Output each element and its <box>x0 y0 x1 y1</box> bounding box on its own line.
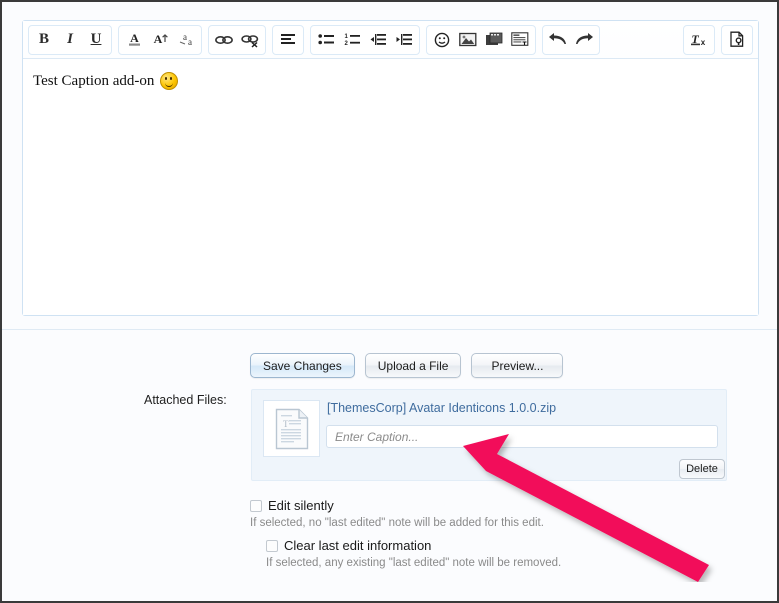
toolbar-group-insert <box>426 24 536 55</box>
unlink-icon[interactable] <box>237 28 263 52</box>
svg-text:a: a <box>183 32 187 42</box>
font-size-icon[interactable]: A <box>147 28 173 52</box>
underline-glyph: U <box>90 31 102 47</box>
image-icon[interactable] <box>455 28 481 52</box>
toolbar-group-text-style: B I U <box>28 24 112 55</box>
preview-button[interactable]: Preview... <box>471 353 564 378</box>
toolbar-group-alignment <box>272 24 304 55</box>
svg-text:T: T <box>283 419 289 429</box>
numbered-list-icon[interactable]: 1 2 <box>339 28 365 52</box>
save-changes-button[interactable]: Save Changes <box>250 353 355 378</box>
source-mode-icon[interactable] <box>724 28 750 52</box>
toolbar-group-link <box>208 24 266 55</box>
delete-attachment-button[interactable]: Delete <box>679 459 725 479</box>
edit-silently-label[interactable]: Edit silently <box>268 498 334 513</box>
italic-icon[interactable]: I <box>57 28 83 52</box>
redo-icon[interactable] <box>571 28 597 52</box>
text-color-icon[interactable]: A <box>121 28 147 52</box>
attachment-item: T [ThemesCorp] Avatar Identicons 1.0.0.z… <box>251 389 727 481</box>
underline-icon[interactable]: U <box>83 28 109 52</box>
indent-icon[interactable] <box>391 28 417 52</box>
attachment-file-name-link[interactable]: [ThemesCorp] Avatar Identicons 1.0.0.zip <box>327 401 556 415</box>
attachment-thumbnail[interactable]: T <box>263 400 320 457</box>
insert-link-icon[interactable] <box>211 28 237 52</box>
media-icon[interactable] <box>481 28 507 52</box>
document-file-icon: T <box>275 408 308 449</box>
svg-text:a: a <box>188 37 192 47</box>
svg-text:A: A <box>154 32 163 46</box>
undo-icon[interactable] <box>545 28 571 52</box>
upload-a-file-button[interactable]: Upload a File <box>364 353 462 378</box>
svg-text:A: A <box>130 31 139 45</box>
font-family-icon[interactable]: a a <box>173 28 199 52</box>
clear-last-edit-label[interactable]: Clear last edit information <box>284 538 431 553</box>
rich-text-editor: B I U A A a a 1 2 T x Test Caption add-o… <box>22 20 759 316</box>
clear-last-edit-checkbox[interactable] <box>266 539 278 552</box>
editor-content-area[interactable]: Test Caption add-on <box>23 60 758 315</box>
caption-input[interactable] <box>326 425 718 448</box>
bullet-list-icon[interactable] <box>313 28 339 52</box>
edit-silently-checkbox[interactable] <box>250 499 262 512</box>
svg-text:1: 1 <box>344 34 348 40</box>
svg-text:x: x <box>701 38 706 47</box>
align-icon[interactable] <box>275 28 301 52</box>
editor-toolbar: B I U A A a a 1 2 T x <box>23 21 758 59</box>
quote-icon[interactable] <box>507 28 533 52</box>
toolbar-group-remove-format: T x <box>683 24 715 55</box>
svg-text:2: 2 <box>344 41 348 47</box>
toolbar-group-history <box>542 24 600 55</box>
toolbar-group-toggle-editor <box>721 24 753 55</box>
edit-silently-row: Edit silently <box>250 498 334 513</box>
toolbar-group-font-options: A A a a <box>118 24 202 55</box>
smiley-icon[interactable] <box>429 28 455 52</box>
edit-silently-hint: If selected, no "last edited" note will … <box>250 517 544 529</box>
screenshot-root: B I U A A a a 1 2 T x Test Caption add-o… <box>0 0 779 603</box>
attached-files-label: Attached Files: <box>144 393 227 407</box>
editor-paragraph: Test Caption add-on <box>33 72 748 90</box>
bold-glyph: B <box>38 31 49 47</box>
editor-text: Test Caption add-on <box>33 72 155 89</box>
clear-last-edit-row: Clear last edit information <box>266 538 431 553</box>
toolbar-group-lists: 1 2 <box>310 24 420 55</box>
outdent-icon[interactable] <box>365 28 391 52</box>
remove-formatting-icon[interactable]: T x <box>686 28 712 52</box>
italic-glyph: I <box>67 31 73 47</box>
bold-icon[interactable]: B <box>31 28 57 52</box>
smiley-face-icon <box>160 72 179 90</box>
action-buttons: Save Changes Upload a File Preview... <box>250 353 564 378</box>
clear-last-edit-hint: If selected, any existing "last edited" … <box>266 557 562 569</box>
